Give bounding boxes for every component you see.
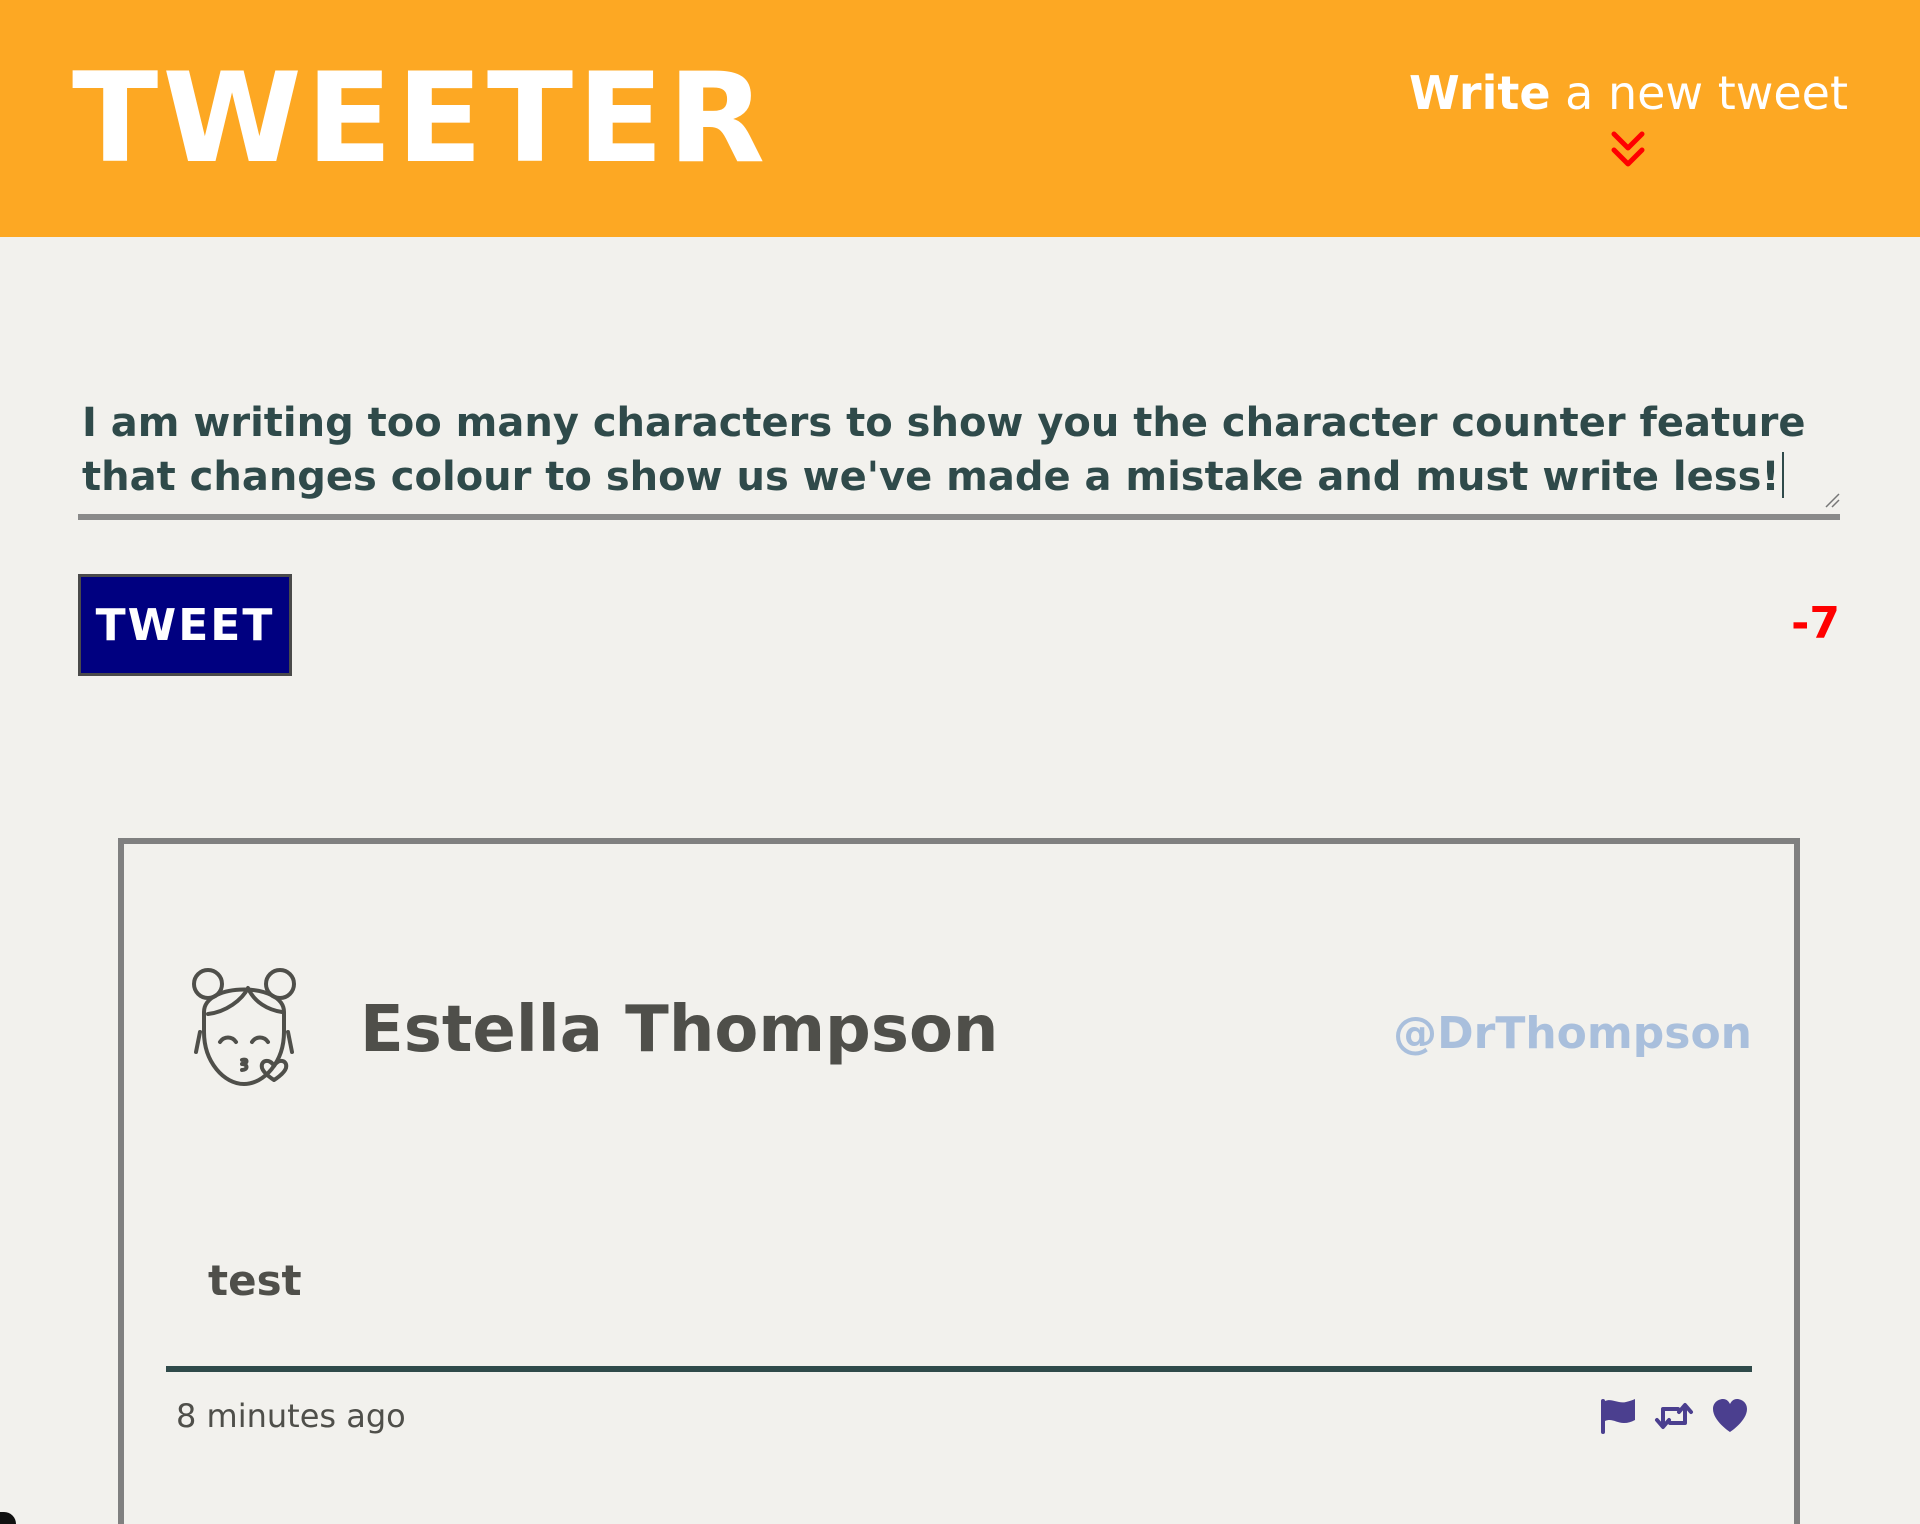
write-label-rest: a new tweet	[1550, 66, 1848, 120]
tweet-author-name: Estella Thompson	[360, 993, 999, 1067]
tweet-button[interactable]: TWEET	[78, 574, 292, 676]
write-new-tweet-label[interactable]: Write a new tweet	[1409, 62, 1848, 124]
compose-tweet-form: I am writing too many characters to show…	[78, 390, 1840, 520]
flag-icon[interactable]	[1598, 1396, 1638, 1436]
retweet-icon[interactable]	[1654, 1396, 1694, 1436]
write-label-strong: Write	[1408, 66, 1551, 120]
tweet-author-handle[interactable]: @DrThompson	[1393, 1006, 1752, 1062]
tweet-card: Estella Thompson @DrThompson test 8 minu…	[118, 838, 1800, 1524]
write-new-tweet-toggle[interactable]: Write a new tweet	[1409, 62, 1848, 172]
character-counter: -7	[1791, 598, 1840, 649]
tweet-footer-divider	[166, 1366, 1752, 1372]
text-caret	[1781, 452, 1784, 498]
heart-icon[interactable]	[1710, 1396, 1750, 1436]
brand-logo: TWEETER	[72, 47, 770, 191]
tweet-content: test	[208, 1256, 302, 1305]
tweet-timestamp: 8 minutes ago	[176, 1397, 406, 1435]
tweet-textarea-value: I am writing too many characters to show…	[82, 400, 1806, 500]
tweet-textarea[interactable]: I am writing too many characters to show…	[78, 390, 1840, 520]
top-nav: TWEETER Write a new tweet	[0, 0, 1920, 237]
window-corner	[0, 1512, 16, 1524]
tweet-actions	[1598, 1396, 1750, 1436]
double-chevron-down-icon[interactable]	[1606, 128, 1650, 172]
kissing-girl-avatar-icon	[192, 968, 296, 1086]
resize-handle-icon[interactable]	[1824, 492, 1840, 508]
